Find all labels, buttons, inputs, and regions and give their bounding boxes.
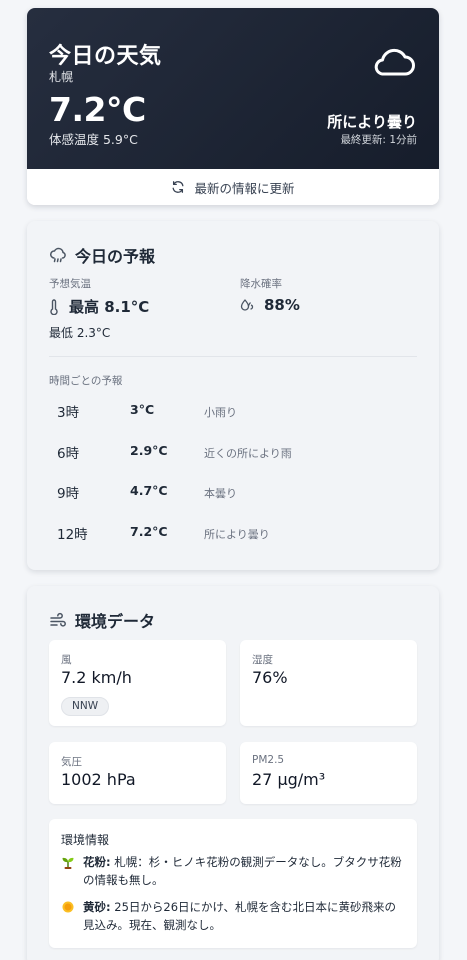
- hourly-hour: 12時: [57, 527, 88, 543]
- refresh-icon: [173, 181, 184, 193]
- pm25-tile: PM2.5 27 µg/m³: [240, 742, 417, 804]
- hourly-condition: 本曇り: [204, 487, 237, 500]
- thermometer-icon: [50, 298, 58, 315]
- wind-label: 風: [61, 654, 72, 666]
- hourly-temp: 2.9°C: [130, 443, 168, 458]
- pollen-note: 花粉: 札幌：杉・ヒノキ花粉の観測データなし。ブタクサ花粉の情報も無し。: [61, 853, 405, 889]
- feels-like-temperature: 体感温度 5.9°C: [49, 132, 138, 147]
- dust-label: 黄砂:: [83, 900, 111, 914]
- wind-tile: 風 7.2 km/h NNW: [49, 640, 226, 726]
- hourly-hour: 6時: [57, 446, 80, 462]
- humidity-tile: 湿度 76%: [240, 640, 417, 726]
- high-temp: 最高 8.1°C: [49, 296, 149, 317]
- forecast-card: 今日の予報 予想気温 最高 8.1°C 最低 2.3°C 降水確率 88% 時間…: [27, 221, 439, 570]
- pressure-value: 1002 hPa: [61, 770, 136, 789]
- pressure-label: 気圧: [61, 756, 82, 768]
- hourly-condition: 所により曇り: [204, 528, 270, 541]
- hourly-hour: 3時: [57, 405, 80, 421]
- environment-info-title: 環境情報: [61, 833, 110, 847]
- hourly-title: 時間ごとの予報: [49, 375, 123, 387]
- humidity-label: 湿度: [252, 654, 273, 666]
- hourly-condition: 近くの所により雨: [204, 447, 292, 460]
- droplet-icon: [240, 299, 254, 311]
- current-weather-card: 今日の天気 札幌 7.2°C 体感温度 5.9°C 所により曇り 最終更新: 1…: [27, 8, 439, 205]
- pressure-tile: 気圧 1002 hPa: [49, 742, 226, 804]
- hourly-condition: 小雨り: [204, 406, 237, 419]
- current-weather-banner: 今日の天気 札幌 7.2°C 体感温度 5.9°C 所により曇り 最終更新: 1…: [27, 8, 439, 169]
- pollen-body: 札幌：杉・ヒノキ花粉の観測データなし。ブタクサ花粉の情報も無し。: [83, 855, 402, 887]
- forecast-title: 今日の予報: [75, 247, 156, 266]
- dust-text: 黄砂: 25日から26日にかけ、札幌を含む北日本に黄砂飛来の見込み。現在、観測な…: [83, 898, 405, 934]
- wind-icon: [50, 612, 66, 627]
- pollen-text: 花粉: 札幌：杉・ヒノキ花粉の観測データなし。ブタクサ花粉の情報も無し。: [83, 853, 405, 889]
- city-name: 札幌: [49, 70, 74, 84]
- hourly-temp: 4.7°C: [130, 483, 168, 498]
- wind-direction-badge: NNW: [61, 697, 110, 716]
- environment-info-panel: 環境情報 花粉: 札幌：杉・ヒノキ花粉の観測データなし。ブタクサ花粉の情報も無し…: [49, 819, 417, 948]
- environment-card: 環境データ 風 7.2 km/h NNW 湿度 76% 気圧 1002 hPa …: [27, 586, 439, 960]
- sun-icon: [62, 901, 74, 913]
- rain-probability: 88%: [240, 296, 300, 314]
- current-weather-title: 今日の天気: [49, 44, 162, 69]
- current-temperature: 7.2°C: [49, 90, 146, 129]
- pm25-value: 27 µg/m³: [252, 770, 326, 789]
- humidity-value: 76%: [252, 668, 288, 687]
- seedling-icon: [62, 857, 74, 869]
- rain-cloud-icon: [50, 247, 66, 263]
- dust-note: 黄砂: 25日から26日にかけ、札幌を含む北日本に黄砂飛来の見込み。現在、観測な…: [61, 898, 405, 934]
- last-updated: 最終更新: 1分前: [340, 134, 417, 146]
- high-temp-value: 最高 8.1°C: [69, 298, 150, 316]
- hourly-row: 3時 3°C 小雨り: [57, 401, 417, 421]
- pollen-label: 花粉:: [83, 855, 111, 869]
- hourly-hour: 9時: [57, 486, 80, 502]
- dust-body: 25日から26日にかけ、札幌を含む北日本に黄砂飛来の見込み。現在、観測なし。: [83, 900, 396, 932]
- rain-probability-value: 88%: [264, 296, 300, 314]
- refresh-button[interactable]: 最新の情報に更新: [27, 169, 439, 205]
- low-temp: 最低 2.3°C: [49, 326, 111, 340]
- weather-condition: 所により曇り: [327, 113, 417, 131]
- hourly-row: 9時 4.7°C 本曇り: [57, 482, 417, 502]
- hourly-row: 6時 2.9°C 近くの所により雨: [57, 442, 417, 462]
- expected-temp-label: 予想気温: [49, 278, 91, 290]
- wind-speed: 7.2 km/h: [61, 668, 132, 687]
- refresh-button-label: 最新の情報に更新: [194, 180, 295, 196]
- hourly-temp: 7.2°C: [130, 524, 168, 539]
- environment-title: 環境データ: [75, 612, 156, 631]
- hourly-row: 12時 7.2°C 所により曇り: [57, 523, 417, 543]
- hourly-temp: 3°C: [130, 402, 155, 417]
- cloud-icon: [374, 48, 415, 76]
- forecast-header: 今日の予報: [49, 243, 155, 267]
- pm25-label: PM2.5: [252, 754, 285, 766]
- environment-header: 環境データ: [49, 608, 155, 632]
- forecast-divider: [49, 356, 417, 357]
- rain-probability-label: 降水確率: [240, 278, 282, 290]
